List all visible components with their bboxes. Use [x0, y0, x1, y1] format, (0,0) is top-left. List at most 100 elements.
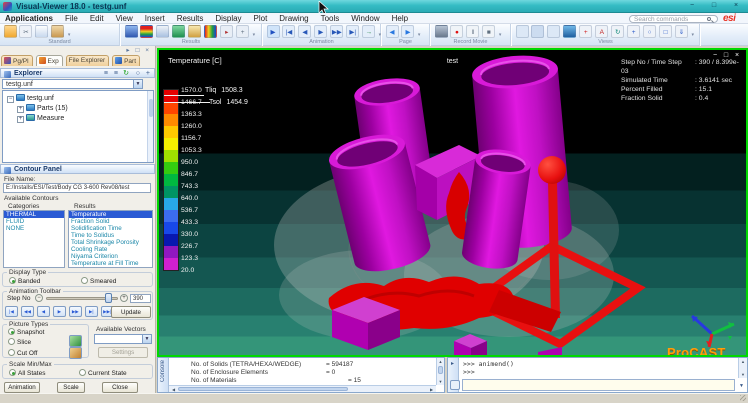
menu-tools[interactable]: Tools	[316, 13, 345, 24]
tab-pgpl[interactable]: Pg/Pl	[1, 55, 33, 66]
camera-icon[interactable]	[435, 25, 448, 38]
first-frame-icon[interactable]: |◀	[282, 25, 295, 38]
close-button[interactable]: ×	[730, 1, 742, 11]
copy-icon[interactable]	[35, 25, 48, 38]
result-tools-icon[interactable]: +	[236, 25, 249, 38]
split-view-icon[interactable]	[531, 25, 544, 38]
chevron-down-icon[interactable]: ▼	[133, 80, 142, 88]
tree-item-parts[interactable]: +Parts (15)	[17, 104, 68, 113]
export-animation-icon[interactable]: →	[362, 25, 375, 38]
annotate-icon[interactable]: A	[595, 25, 608, 38]
cutoff-tool-icon[interactable]	[69, 347, 82, 359]
menu-window[interactable]: Window	[346, 13, 384, 24]
overflow-icon[interactable]: ▾	[379, 32, 382, 38]
open-icon[interactable]	[4, 25, 17, 38]
overflow-icon[interactable]: ▾	[499, 32, 502, 38]
list-item-thermal[interactable]: THERMAL	[4, 211, 64, 218]
menu-display[interactable]: Display	[210, 13, 246, 24]
prompt-icon[interactable]: ▸	[451, 360, 454, 367]
step-decrement-button[interactable]: −	[35, 294, 43, 302]
minimize-button[interactable]: −	[686, 1, 698, 11]
forward-icon[interactable]: ▶▶	[330, 25, 343, 38]
tree-scrollbar[interactable]	[147, 91, 153, 162]
pick-icon[interactable]: +	[579, 25, 592, 38]
overflow-icon[interactable]: ▾	[253, 32, 256, 38]
section-icon[interactable]	[172, 25, 185, 38]
fast-rewind-button[interactable]: ◀◀	[21, 306, 34, 317]
first-step-button[interactable]: |◀	[5, 306, 18, 317]
step-slider-handle[interactable]	[105, 293, 112, 303]
list-item-none[interactable]: NONE	[4, 225, 64, 232]
layout-icon[interactable]: ≡	[114, 69, 118, 79]
menu-edit[interactable]: Edit	[85, 13, 109, 24]
rotate-view-icon[interactable]: ↻	[611, 25, 624, 38]
menu-help[interactable]: Help	[387, 13, 413, 24]
radio-current-state[interactable]: Current State	[79, 369, 127, 377]
close-panel-button[interactable]: Close	[102, 382, 138, 393]
shade-mode-icon[interactable]	[563, 25, 576, 38]
record-icon[interactable]: ●	[450, 25, 463, 38]
last-frame-icon[interactable]: ▶|	[346, 25, 359, 38]
menu-applications[interactable]: Applications	[0, 13, 58, 24]
tab-file-explorer[interactable]: File Explorer	[66, 55, 109, 66]
file-name-field[interactable]: E:/Installs/ESI/Test/Body CG 3-600 Rev08…	[3, 183, 151, 193]
animate-icon[interactable]: ▶	[267, 25, 280, 38]
prev-step-button[interactable]: ◀	[37, 306, 50, 317]
slice-tool-icon[interactable]	[69, 335, 82, 347]
fast-forward-button[interactable]: ▶▶	[69, 306, 82, 317]
fringe-icon[interactable]	[156, 25, 169, 38]
console-tab[interactable]: Console	[160, 360, 168, 382]
sort-icon[interactable]: ≡	[104, 69, 108, 79]
search-input[interactable]: Search commands	[629, 15, 718, 24]
python-command-input[interactable]	[462, 379, 735, 391]
vector-icon[interactable]	[188, 25, 201, 38]
cut-icon[interactable]: ✂	[19, 25, 32, 38]
expand-icon[interactable]: +	[17, 106, 24, 113]
add-icon[interactable]: +	[146, 69, 150, 79]
list-item-shrinkage-porosity[interactable]: Total Shrinkage Porosity	[69, 239, 152, 246]
scale-button[interactable]: Scale	[57, 382, 85, 393]
prev-page-icon[interactable]: ◀	[386, 25, 399, 38]
page-layout-icon[interactable]	[516, 25, 529, 38]
chevron-down-icon[interactable]: ▼	[739, 383, 744, 389]
python-vscrollbar[interactable]: ▲ ▼	[738, 358, 747, 378]
overflow-icon[interactable]: ▾	[68, 32, 71, 38]
tree-item-root[interactable]: −testg.unf	[7, 94, 54, 103]
zoom-icon[interactable]: ○	[643, 25, 656, 38]
zoom-area-icon[interactable]: □	[659, 25, 672, 38]
next-page-icon[interactable]: ▶	[401, 25, 414, 38]
console-vscrollbar[interactable]: ▲ ▼	[436, 358, 444, 385]
animation-button[interactable]: Animation	[4, 382, 40, 393]
play-icon[interactable]: ▶	[314, 25, 327, 38]
overflow-icon[interactable]: ▾	[691, 32, 694, 38]
legend-icon[interactable]	[204, 25, 217, 38]
play-button[interactable]: ▶	[53, 306, 66, 317]
radio-cutoff[interactable]: Cut Off	[8, 349, 37, 357]
list-item-time-to-solidus[interactable]: Time to Solidus	[69, 232, 152, 239]
menu-results[interactable]: Results	[172, 13, 209, 24]
list-item-niyama[interactable]: Niyama Criterion	[69, 253, 152, 260]
pan-icon[interactable]: +	[627, 25, 640, 38]
menu-insert[interactable]: Insert	[140, 13, 170, 24]
contour-icon[interactable]	[140, 25, 153, 38]
settings-button[interactable]: Settings	[98, 347, 148, 358]
resize-grip[interactable]	[740, 395, 746, 401]
restore-panel-icon[interactable]: □	[135, 47, 139, 54]
expand-icon[interactable]: +	[17, 116, 24, 123]
note-icon[interactable]: ○	[136, 69, 140, 79]
step-increment-button[interactable]: +	[120, 294, 128, 302]
list-item-fraction-solid[interactable]: Fraction Solid	[69, 218, 152, 225]
list-item-cooling-rate[interactable]: Cooling Rate	[69, 246, 152, 253]
maximize-button[interactable]: □	[708, 1, 720, 11]
anchor-icon[interactable]: ⇓	[675, 25, 688, 38]
console-hscrollbar[interactable]: ◀ ▶	[169, 385, 436, 392]
overflow-icon[interactable]: ▾	[418, 32, 421, 38]
float-panel-icon[interactable]: ▸	[126, 47, 129, 54]
close-panel-icon[interactable]: ×	[145, 47, 149, 54]
rewind-icon[interactable]: ◀	[298, 25, 311, 38]
tree-item-measure[interactable]: +Measure	[17, 114, 64, 123]
list-item-solidification-time[interactable]: Solidification Time	[69, 225, 152, 232]
model-file-combobox[interactable]: testg.unf ▼	[2, 79, 143, 89]
search-icon[interactable]	[707, 17, 711, 21]
radio-all-states[interactable]: All States	[9, 369, 45, 377]
